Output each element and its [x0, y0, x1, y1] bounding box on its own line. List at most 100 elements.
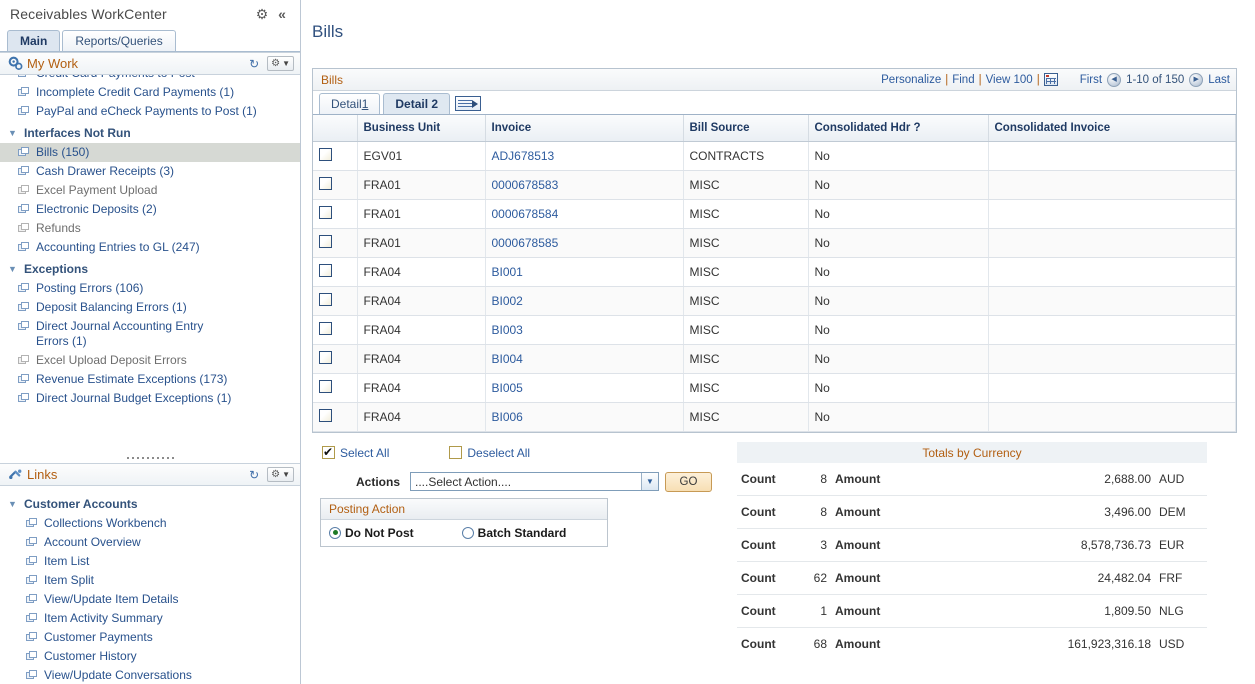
section-exceptions[interactable]: ▼ Exceptions [0, 257, 300, 279]
cell-invoice: BI005 [485, 373, 684, 403]
nav-item-credit-card-payments-to-post[interactable]: Credit Card Payments to Post [0, 75, 300, 83]
table-row[interactable]: FRA01 0000678585 MISC No [313, 228, 1236, 258]
invoice-link[interactable]: BI006 [492, 410, 523, 424]
row-checkbox[interactable] [319, 321, 332, 335]
sidebar-item-cash-drawer-receipts[interactable]: Cash Drawer Receipts (3) [0, 162, 300, 181]
table-row[interactable]: FRA01 0000678584 MISC No [313, 199, 1236, 229]
invoice-link[interactable]: 0000678584 [492, 207, 559, 221]
personalize-link[interactable]: Personalize [881, 74, 941, 86]
select-all-label[interactable]: Select All [340, 446, 389, 460]
list-icon [14, 281, 34, 295]
tab-detail-1[interactable]: Detail 1 [319, 93, 381, 114]
sidebar-item-bills[interactable]: Bills (150) [0, 143, 300, 162]
prev-arrow-icon[interactable]: ◀ [1107, 72, 1122, 87]
panel-resize-handle[interactable] [0, 453, 300, 463]
row-checkbox[interactable] [319, 263, 332, 277]
link-icon [6, 467, 24, 482]
invoice-link[interactable]: 0000678585 [492, 236, 559, 250]
gear-dropdown-icon[interactable]: ⚙ ▼ [267, 467, 294, 482]
sidebar-item-deposit-balancing-errors[interactable]: Deposit Balancing Errors (1) [0, 298, 300, 317]
deselect-all-label[interactable]: Deselect All [467, 446, 530, 460]
first-link[interactable]: First [1080, 74, 1102, 86]
sidebar-item-accounting-entries-to-gl[interactable]: Accounting Entries to GL (247) [0, 238, 300, 257]
invoice-link[interactable]: BI005 [492, 381, 523, 395]
section-customer-accounts[interactable]: ▼ Customer Accounts [0, 486, 300, 514]
radio-batch-standard[interactable] [461, 526, 474, 539]
view-100-link[interactable]: View 100 [986, 74, 1033, 86]
table-row[interactable]: FRA04 BI003 MISC No [313, 315, 1236, 345]
refresh-icon[interactable]: ↻ [245, 56, 263, 72]
radio-do-not-post-label[interactable]: Do Not Post [345, 526, 414, 540]
invoice-link[interactable]: BI001 [492, 265, 523, 279]
radio-batch-standard-label[interactable]: Batch Standard [478, 526, 567, 540]
spreadsheet-download-icon[interactable] [1043, 73, 1058, 86]
invoice-link[interactable]: 0000678583 [492, 178, 559, 192]
link-item-item-activity-summary[interactable]: Item Activity Summary [0, 609, 300, 628]
sidebar-item-excel-upload-deposit-errors[interactable]: Excel Upload Deposit Errors [0, 351, 300, 370]
link-item-account-overview[interactable]: Account Overview [0, 533, 300, 552]
sidebar-item-electronic-deposits[interactable]: Electronic Deposits (2) [0, 200, 300, 219]
table-row[interactable]: FRA01 0000678583 MISC No [313, 170, 1236, 200]
link-item-view-update-item-details[interactable]: View/Update Item Details [0, 590, 300, 609]
table-row[interactable]: FRA04 BI005 MISC No [313, 373, 1236, 403]
table-row[interactable]: FRA04 BI006 MISC No [313, 402, 1236, 432]
table-row[interactable]: FRA04 BI004 MISC No [313, 344, 1236, 374]
tab-main[interactable]: Main [7, 30, 61, 51]
sidebar-item-direct-journal-budget-exceptions[interactable]: Direct Journal Budget Exceptions (1) [0, 389, 300, 408]
select-all-row: Select All Deselect All [312, 442, 737, 464]
tab-detail-2[interactable]: Detail 2 [383, 93, 451, 114]
invoice-link[interactable]: ADJ678513 [492, 149, 555, 163]
row-checkbox[interactable] [319, 408, 332, 422]
sidebar-item-refunds[interactable]: Refunds [0, 219, 300, 238]
collapse-left-icon[interactable]: « [272, 4, 292, 24]
row-checkbox[interactable] [319, 292, 332, 306]
link-item-customer-history[interactable]: Customer History [0, 647, 300, 666]
tab-reports-queries[interactable]: Reports/Queries [62, 30, 176, 51]
nav-item-incomplete-credit-card-payments[interactable]: Incomplete Credit Card Payments (1) [0, 83, 300, 102]
list-icon [14, 104, 34, 118]
row-checkbox-cell [313, 228, 358, 258]
link-item-customer-payments[interactable]: Customer Payments [0, 628, 300, 647]
link-item-collections-workbench[interactable]: Collections Workbench [0, 514, 300, 533]
list-icon [14, 353, 34, 367]
table-row[interactable]: EGV01 ADJ678513 CONTRACTS No [313, 141, 1236, 171]
nav-item-paypal-echeck-payments-to-post[interactable]: PayPal and eCheck Payments to Post (1) [0, 102, 300, 121]
invoice-link[interactable]: BI004 [492, 352, 523, 366]
gear-icon[interactable]: ⚙ [252, 4, 272, 24]
row-checkbox[interactable] [319, 234, 332, 248]
last-link[interactable]: Last [1208, 74, 1230, 86]
sidebar-item-excel-payment-upload[interactable]: Excel Payment Upload [0, 181, 300, 200]
next-arrow-icon[interactable]: ▶ [1189, 72, 1204, 87]
invoice-link[interactable]: BI002 [492, 294, 523, 308]
nav-item-label: Direct Journal Accounting Entry Errors (… [36, 319, 204, 348]
go-button[interactable]: GO [665, 471, 712, 492]
table-row[interactable]: FRA04 BI002 MISC No [313, 286, 1236, 316]
row-checkbox[interactable] [319, 350, 332, 364]
select-all-checkbox[interactable] [322, 446, 335, 459]
link-item-item-list[interactable]: Item List [0, 552, 300, 571]
table-row[interactable]: FRA04 BI001 MISC No [313, 257, 1236, 287]
amount-value: 24,482.04 [903, 561, 1155, 595]
row-checkbox[interactable] [319, 176, 332, 190]
radio-do-not-post[interactable] [329, 526, 341, 539]
sidebar-item-direct-journal-accounting-entry-errors[interactable]: Direct Journal Accounting Entry Errors (… [0, 317, 300, 351]
row-checkbox[interactable] [319, 379, 332, 393]
currency-code: DEM [1155, 495, 1207, 529]
action-select[interactable]: ....Select Action.... ▼ [410, 472, 659, 491]
sidebar-item-revenue-estimate-exceptions[interactable]: Revenue Estimate Exceptions (173) [0, 370, 300, 389]
deselect-all-checkbox[interactable] [449, 446, 463, 459]
list-icon [22, 535, 42, 549]
refresh-icon[interactable]: ↻ [245, 467, 263, 483]
cell-business-unit: FRA04 [357, 257, 486, 287]
expand-grid-icon[interactable] [455, 96, 482, 111]
sidebar-item-posting-errors[interactable]: Posting Errors (106) [0, 279, 300, 298]
cell-business-unit: FRA04 [357, 402, 486, 432]
link-item-item-split[interactable]: Item Split [0, 571, 300, 590]
row-checkbox[interactable] [319, 205, 332, 219]
invoice-link[interactable]: BI003 [492, 323, 523, 337]
gear-dropdown-icon[interactable]: ⚙ ▼ [267, 56, 294, 71]
find-link[interactable]: Find [952, 74, 974, 86]
section-interfaces-not-run[interactable]: ▼ Interfaces Not Run [0, 121, 300, 143]
link-item-view-update-conversations[interactable]: View/Update Conversations [0, 666, 300, 684]
row-checkbox[interactable] [319, 147, 332, 161]
